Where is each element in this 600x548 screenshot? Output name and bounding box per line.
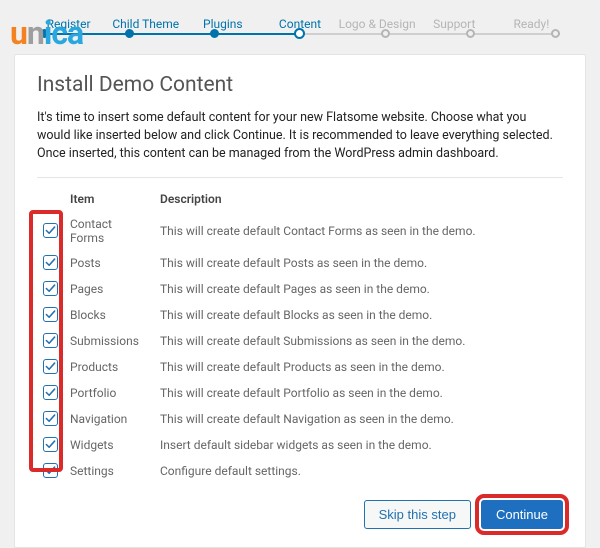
step-dot-icon [210,29,219,38]
separator [37,177,563,178]
table-row: ProductsThis will create default Product… [37,354,563,380]
item-name: Settings [64,458,154,484]
item-name: Contact Forms [64,212,154,250]
table-row: NavigationThis will create default Navig… [37,406,563,432]
item-desc: This will create default Submissions as … [154,328,563,354]
item-desc: Configure default settings. [154,458,563,484]
item-desc: This will create default Blocks as seen … [154,302,563,328]
checkbox[interactable] [43,281,58,296]
item-name: Submissions [64,328,154,354]
skip-step-button[interactable]: Skip this step [364,500,471,529]
check-icon [45,257,56,268]
item-name: Products [64,354,154,380]
continue-button[interactable]: Continue [481,500,563,529]
table-row: SettingsConfigure default settings. [37,458,563,484]
checkbox[interactable] [43,307,58,322]
check-icon [45,361,56,372]
checkbox[interactable] [43,437,58,452]
table-row: Contact FormsThis will create default Co… [37,212,563,250]
checkbox[interactable] [43,333,58,348]
check-icon [45,439,56,450]
checkbox[interactable] [43,359,58,374]
col-header-desc: Description [154,188,563,212]
check-icon [45,283,56,294]
page-intro: It's time to insert some default content… [37,109,563,163]
item-desc: This will create default Posts as seen i… [154,250,563,276]
checkbox[interactable] [43,255,58,270]
col-header-item: Item [64,188,154,212]
content-panel: Install Demo Content It's time to insert… [14,54,586,548]
checkbox[interactable] [43,411,58,426]
table-row: SubmissionsThis will create default Subm… [37,328,563,354]
item-desc: This will create default Portfolio as se… [154,380,563,406]
item-desc: This will create default Pages as seen i… [154,276,563,302]
item-name: Pages [64,276,154,302]
table-row: BlocksThis will create default Blocks as… [37,302,563,328]
table-row: PagesThis will create default Pages as s… [37,276,563,302]
step-dot-icon [466,29,475,38]
item-name: Posts [64,250,154,276]
checkbox[interactable] [43,385,58,400]
check-icon [45,413,56,424]
check-icon [45,387,56,398]
checkbox[interactable] [43,463,58,478]
item-name: Widgets [64,432,154,458]
check-icon [45,309,56,320]
items-table: Item Description Contact FormsThis will … [37,188,563,484]
item-desc: This will create default Products as see… [154,354,563,380]
footer-buttons: Skip this step Continue [37,500,563,529]
item-name: Navigation [64,406,154,432]
table-row: WidgetsInsert default sidebar widgets as… [37,432,563,458]
checkbox[interactable] [43,223,58,238]
item-name: Blocks [64,302,154,328]
table-row: PostsThis will create default Posts as s… [37,250,563,276]
item-desc: This will create default Navigation as s… [154,406,563,432]
step-dot-icon [551,29,560,38]
check-icon [45,465,56,476]
step-dot-icon [381,29,390,38]
item-name: Portfolio [64,380,154,406]
step-dot-icon [125,29,134,38]
check-icon [45,225,56,236]
item-desc: Insert default sidebar widgets as seen i… [154,432,563,458]
page-title: Install Demo Content [37,73,563,97]
check-icon [45,335,56,346]
watermark-logo: unica [10,14,83,52]
step-dot-icon [294,28,305,39]
table-row: PortfolioThis will create default Portfo… [37,380,563,406]
item-desc: This will create default Contact Forms a… [154,212,563,250]
